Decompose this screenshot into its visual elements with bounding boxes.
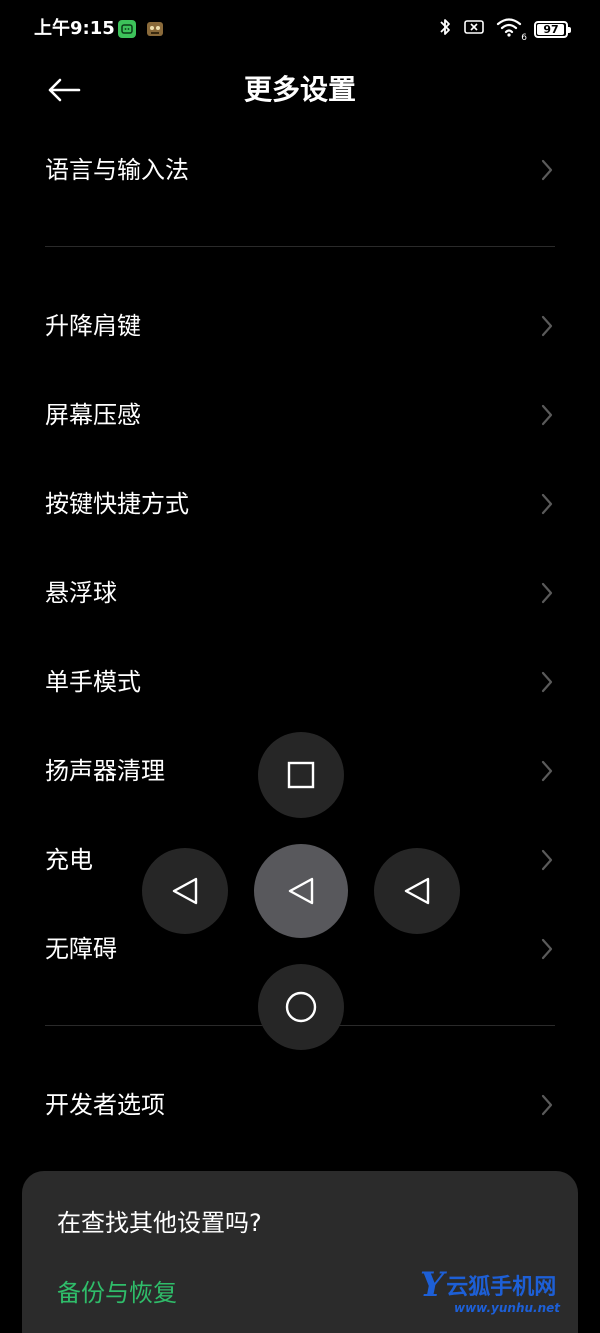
battery-level: 97 [543, 22, 559, 36]
chevron-right-icon [541, 760, 553, 782]
setting-label: 单手模式 [45, 668, 141, 696]
wifi-badge: 6 [521, 33, 527, 43]
bluetooth-icon [438, 17, 452, 41]
settings-screen: 上午9:15 6 97 更多设置 语言与输入法 升降肩键 屏幕压感 按键快捷方式… [0, 0, 600, 1333]
float-home-button[interactable] [258, 964, 344, 1050]
watermark-main: Y 云狐手机网 [420, 1268, 556, 1302]
watermark-logo: Y 云狐手机网 www.yunhu.net [420, 1268, 590, 1318]
chevron-right-icon [541, 671, 553, 693]
setting-row-screen-pressure[interactable]: 屏幕压感 [0, 371, 600, 459]
back-triangle-icon [404, 877, 430, 905]
float-back-button-right[interactable] [374, 848, 460, 934]
setting-label: 开发者选项 [45, 1091, 165, 1119]
back-triangle-icon [288, 877, 314, 905]
setting-label: 升降肩键 [45, 312, 141, 340]
chevron-right-icon [541, 315, 553, 337]
setting-label: 按键快捷方式 [45, 490, 189, 518]
chevron-right-icon [541, 404, 553, 426]
status-icons: 6 97 [438, 17, 571, 43]
setting-row-key-shortcuts[interactable]: 按键快捷方式 [0, 460, 600, 548]
sim-off-icon [464, 19, 484, 39]
setting-label: 悬浮球 [45, 579, 117, 607]
status-time: 上午9:15 [34, 18, 115, 39]
chevron-right-icon [541, 493, 553, 515]
setting-row-one-handed-mode[interactable]: 单手模式 [0, 638, 600, 726]
setting-row-developer-options[interactable]: 开发者选项 [0, 1061, 600, 1149]
setting-label: 屏幕压感 [45, 401, 141, 429]
setting-label: 充电 [45, 846, 93, 874]
home-circle-icon [285, 991, 317, 1023]
chevron-right-icon [541, 159, 553, 181]
back-triangle-icon [172, 877, 198, 905]
page-title: 更多设置 [243, 73, 356, 106]
wifi-icon: 6 [496, 17, 527, 43]
setting-label: 语言与输入法 [45, 156, 189, 184]
setting-row-shoulder-keys[interactable]: 升降肩键 [0, 282, 600, 370]
game-app-icon [146, 20, 164, 38]
float-recents-button[interactable] [258, 732, 344, 818]
setting-label: 无障碍 [45, 935, 117, 963]
section-divider [45, 246, 555, 247]
status-bar: 上午9:15 6 97 [0, 0, 600, 58]
watermark-brand: 云狐手机网 [446, 1275, 557, 1300]
recents-square-icon [287, 761, 315, 789]
setting-row-language-input[interactable]: 语言与输入法 [0, 126, 600, 214]
backup-restore-link[interactable]: 备份与恢复 [57, 1277, 177, 1309]
setting-row-floating-ball[interactable]: 悬浮球 [0, 549, 600, 637]
header: 更多设置 [0, 58, 600, 122]
chevron-right-icon [541, 938, 553, 960]
float-back-button-center[interactable] [254, 844, 348, 938]
suggestion-title: 在查找其他设置吗? [57, 1209, 262, 1237]
chevron-right-icon [541, 1094, 553, 1116]
watermark-y-logo: Y [420, 1265, 445, 1305]
battery-icon: 97 [534, 20, 571, 38]
setting-label: 扬声器清理 [45, 757, 165, 785]
float-back-button-left[interactable] [142, 848, 228, 934]
battery-cap [568, 26, 571, 33]
watermark-url: www.yunhu.net [454, 1301, 561, 1315]
chevron-right-icon [541, 582, 553, 604]
chevron-right-icon [541, 849, 553, 871]
wechat-app-icon [118, 20, 136, 38]
